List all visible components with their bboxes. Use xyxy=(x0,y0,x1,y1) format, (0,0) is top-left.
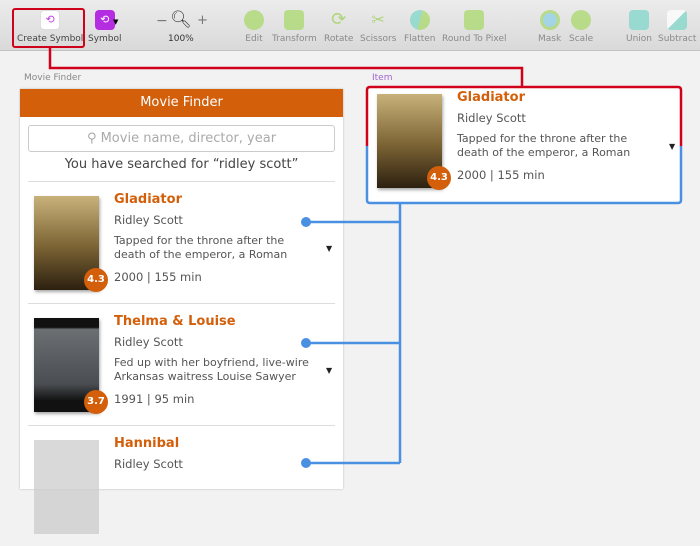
connection-overlay xyxy=(48,48,683,468)
instance-dot[interactable] xyxy=(301,458,311,468)
symbol-link-line xyxy=(48,48,524,87)
instance-dot[interactable] xyxy=(301,217,311,227)
item-selection-bottom xyxy=(365,146,683,205)
instance-dot[interactable] xyxy=(301,338,311,348)
instance-link-lines xyxy=(306,203,402,465)
item-selection-top xyxy=(365,85,683,146)
